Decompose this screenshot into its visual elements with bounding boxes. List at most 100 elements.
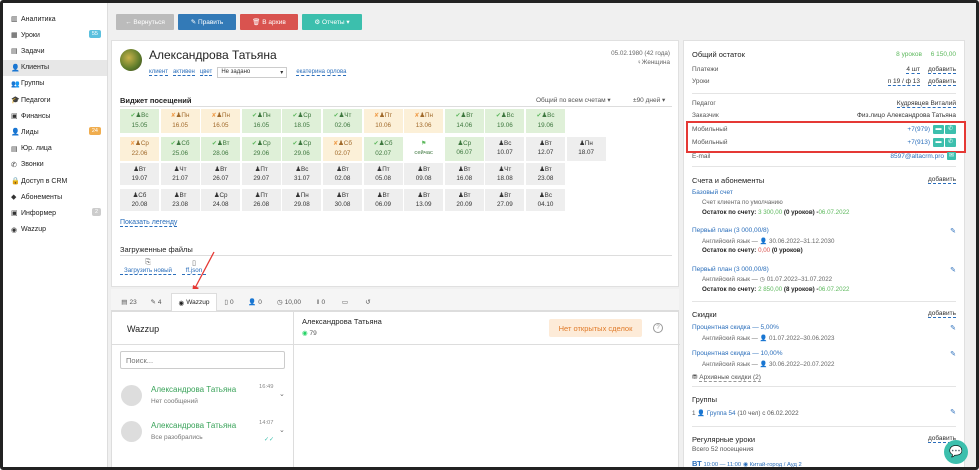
visits-period[interactable]: ±90 дней ▾ (633, 96, 665, 104)
visit-cell[interactable]: ♟Вт 02.08 (323, 163, 362, 185)
sidebar-item-7[interactable]: 👤 Лиды 24 (3, 124, 107, 140)
edit-icon[interactable]: ✎ (950, 350, 956, 358)
call-icon[interactable]: ✆ (945, 125, 956, 134)
phone-value[interactable]: +7(913) (907, 139, 930, 146)
sidebar-item-0[interactable]: ▥ Аналитика (3, 11, 107, 27)
visit-cell[interactable]: ✘♟Ср 22.06 (120, 137, 159, 161)
visit-cell[interactable]: ♟Ср 24.08 (201, 189, 241, 211)
tab-0[interactable]: ▯ 0 (219, 293, 239, 311)
visit-cell[interactable]: ♟Вт 09.08 (404, 163, 444, 185)
visit-cell[interactable]: ♟Вт 06.09 (363, 189, 403, 211)
edit-icon[interactable]: ✎ (950, 408, 956, 416)
visit-cell[interactable]: ♟Пн 29.08 (282, 189, 322, 211)
account-title[interactable]: Первый план (3 000,00/8) (692, 227, 769, 234)
visit-cell[interactable]: ✔♟Вт 28.06 (201, 137, 241, 161)
visit-cell[interactable]: ♟Пт 26.08 (241, 189, 281, 211)
add-account-link[interactable]: добавить (927, 176, 956, 184)
visit-cell[interactable]: ✘♟Пт 10.06 (363, 109, 403, 133)
tag-client[interactable]: клиент (149, 69, 168, 76)
visit-cell[interactable]: ✔♟Ср 29.06 (241, 137, 281, 161)
visit-cell[interactable]: ♟Пн 18.07 (566, 137, 606, 161)
visit-cell[interactable]: ♟Вс 31.07 (282, 163, 322, 185)
lessons-count[interactable]: п 19 / ф 13 (887, 78, 920, 86)
visit-cell[interactable]: ♟Чт 21.07 (160, 163, 200, 185)
visit-cell[interactable]: ♟Чт 18.08 (485, 163, 525, 185)
visit-cell[interactable]: ✘♟Пн 16.05 (160, 109, 200, 133)
phone-value[interactable]: +7(979) (907, 126, 930, 133)
visit-cell[interactable]: ♟Пт 29.07 (241, 163, 281, 185)
visit-cell[interactable]: ✔♟Чт 02.06 (323, 109, 362, 133)
back-button[interactable]: ← Вернуться (116, 14, 174, 30)
visit-cell[interactable]: ♟Вт 12.07 (526, 137, 565, 161)
sidebar-item-13[interactable]: ◉ Wazzup (3, 222, 107, 238)
chat-list-item[interactable]: Александрова Татьяна Все разобрались 14:07… (112, 414, 293, 448)
tag-color[interactable]: цвет (199, 69, 213, 76)
message-icon[interactable]: ▬ (933, 125, 944, 134)
archive-button[interactable]: 🗑 В архив (240, 14, 298, 30)
visit-cell[interactable]: ✔♟Ср 18.05 (282, 109, 322, 133)
visit-cell[interactable]: ✔♟Вс 19.06 (526, 109, 565, 133)
discount-title[interactable]: Процентная скидка — 10,00% (692, 350, 783, 357)
tab-4[interactable]: ✎ 4 (145, 293, 167, 311)
add-lesson-link[interactable]: добавить (927, 78, 956, 86)
visit-cell[interactable]: ✔♟Сб 25.06 (160, 137, 200, 161)
sidebar-item-3[interactable]: 👤 Клиенты (3, 59, 107, 76)
edit-icon[interactable]: ✎ (950, 227, 956, 235)
visit-cell[interactable]: ✔♟Сб 02.07 (363, 137, 403, 161)
visit-cell[interactable]: ✔♟Вс 15.05 (120, 109, 159, 133)
visit-cell[interactable]: ♟Вт 20.09 (444, 189, 484, 211)
teacher-value[interactable]: Кудрявцев Виталий (896, 100, 956, 108)
edit-button[interactable]: ✎ Править (178, 14, 236, 30)
email-value[interactable]: 8597@altacrm.pro (890, 153, 944, 160)
call-icon[interactable]: ✆ (945, 138, 956, 147)
visit-cell[interactable]: ♟Вт 26.07 (201, 163, 241, 185)
sidebar-item-11[interactable]: ◆ Абонементы (3, 189, 107, 205)
regular-place[interactable]: ◉ Китай-город / Ауд 2 (743, 462, 802, 467)
visit-cell[interactable]: ✔♟Пн 16.05 (241, 109, 281, 133)
tab-0[interactable]: ‖ 0 (311, 293, 331, 311)
tab-0[interactable]: 👤 0 (244, 293, 266, 311)
sidebar-item-1[interactable]: ▦ Уроки 55 (3, 27, 107, 43)
chat-list-item[interactable]: Александрова Татьяна Нет сообщений 16:49 ⌄ (112, 378, 293, 412)
visit-cell[interactable]: ♟Вт 19.07 (120, 163, 159, 185)
chevron-down-icon[interactable]: ⌄ (279, 426, 285, 434)
visit-cell[interactable]: ♟Вс 10.07 (485, 137, 525, 161)
mail-icon[interactable]: ✉ (947, 152, 956, 160)
edit-icon[interactable]: ✎ (950, 324, 956, 332)
sidebar-item-5[interactable]: 🎓 Педагоги (3, 92, 107, 108)
visit-cell[interactable]: ♟Ср 06.07 (444, 137, 484, 161)
legend-link[interactable]: Показать легенду (120, 219, 178, 227)
visit-cell[interactable]: ⚑ сейчас (404, 137, 444, 161)
visit-cell[interactable]: ✘♟Пн 13.06 (404, 109, 444, 133)
group-link[interactable]: Группа 54 (707, 410, 736, 417)
edit-icon[interactable]: ✎ (950, 266, 956, 274)
sidebar-item-2[interactable]: ▤ Задачи (3, 43, 107, 59)
visit-cell[interactable]: ♟Вс 04.10 (526, 189, 565, 211)
status-select[interactable]: Не задано ▾ (217, 67, 288, 78)
add-discount-link[interactable]: добавить (927, 310, 956, 318)
visit-cell[interactable]: ♟Сб 20.08 (120, 189, 159, 211)
chat-fab-icon[interactable]: 💬 (944, 440, 968, 464)
tab-23[interactable]: ▤ 23 (117, 293, 141, 311)
visit-cell[interactable]: ♟Вт 27.09 (485, 189, 525, 211)
visit-cell[interactable]: ✔♟Вт 14.06 (444, 109, 484, 133)
visit-cell[interactable]: ♟Вт 23.08 (160, 189, 200, 211)
chevron-down-icon[interactable]: ⌄ (279, 390, 285, 398)
archived-discounts-link[interactable]: ⛃ Архивные скидки (2) (692, 373, 761, 382)
tab-Wazzup[interactable]: ◉ Wazzup (171, 293, 217, 311)
visit-cell[interactable]: ♟Вт 13.09 (404, 189, 444, 211)
account-title[interactable]: Базовый счет (692, 189, 733, 196)
sidebar-item-8[interactable]: ▤ Юр. лица (3, 141, 107, 157)
payments-count[interactable]: 4 шт (906, 66, 920, 74)
visit-cell[interactable]: ✘♟Пн 16.05 (201, 109, 241, 133)
visit-cell[interactable]: ♟Вт 23.08 (526, 163, 565, 185)
help-icon[interactable]: ? (653, 323, 663, 333)
visit-cell[interactable]: ♟Пт 05.08 (363, 163, 403, 185)
sidebar-item-4[interactable]: 👥 Группы (3, 76, 107, 92)
account-title[interactable]: Первый план (3 000,00/8) (692, 266, 769, 273)
visit-cell[interactable]: ♟Вт 30.08 (323, 189, 362, 211)
visit-cell[interactable]: ✘♟Сб 02.07 (323, 137, 362, 161)
discount-title[interactable]: Процентная скидка — 5,00% (692, 324, 779, 331)
chat-search-input[interactable] (120, 351, 285, 369)
visit-cell[interactable]: ✔♟Вс 19.06 (485, 109, 525, 133)
